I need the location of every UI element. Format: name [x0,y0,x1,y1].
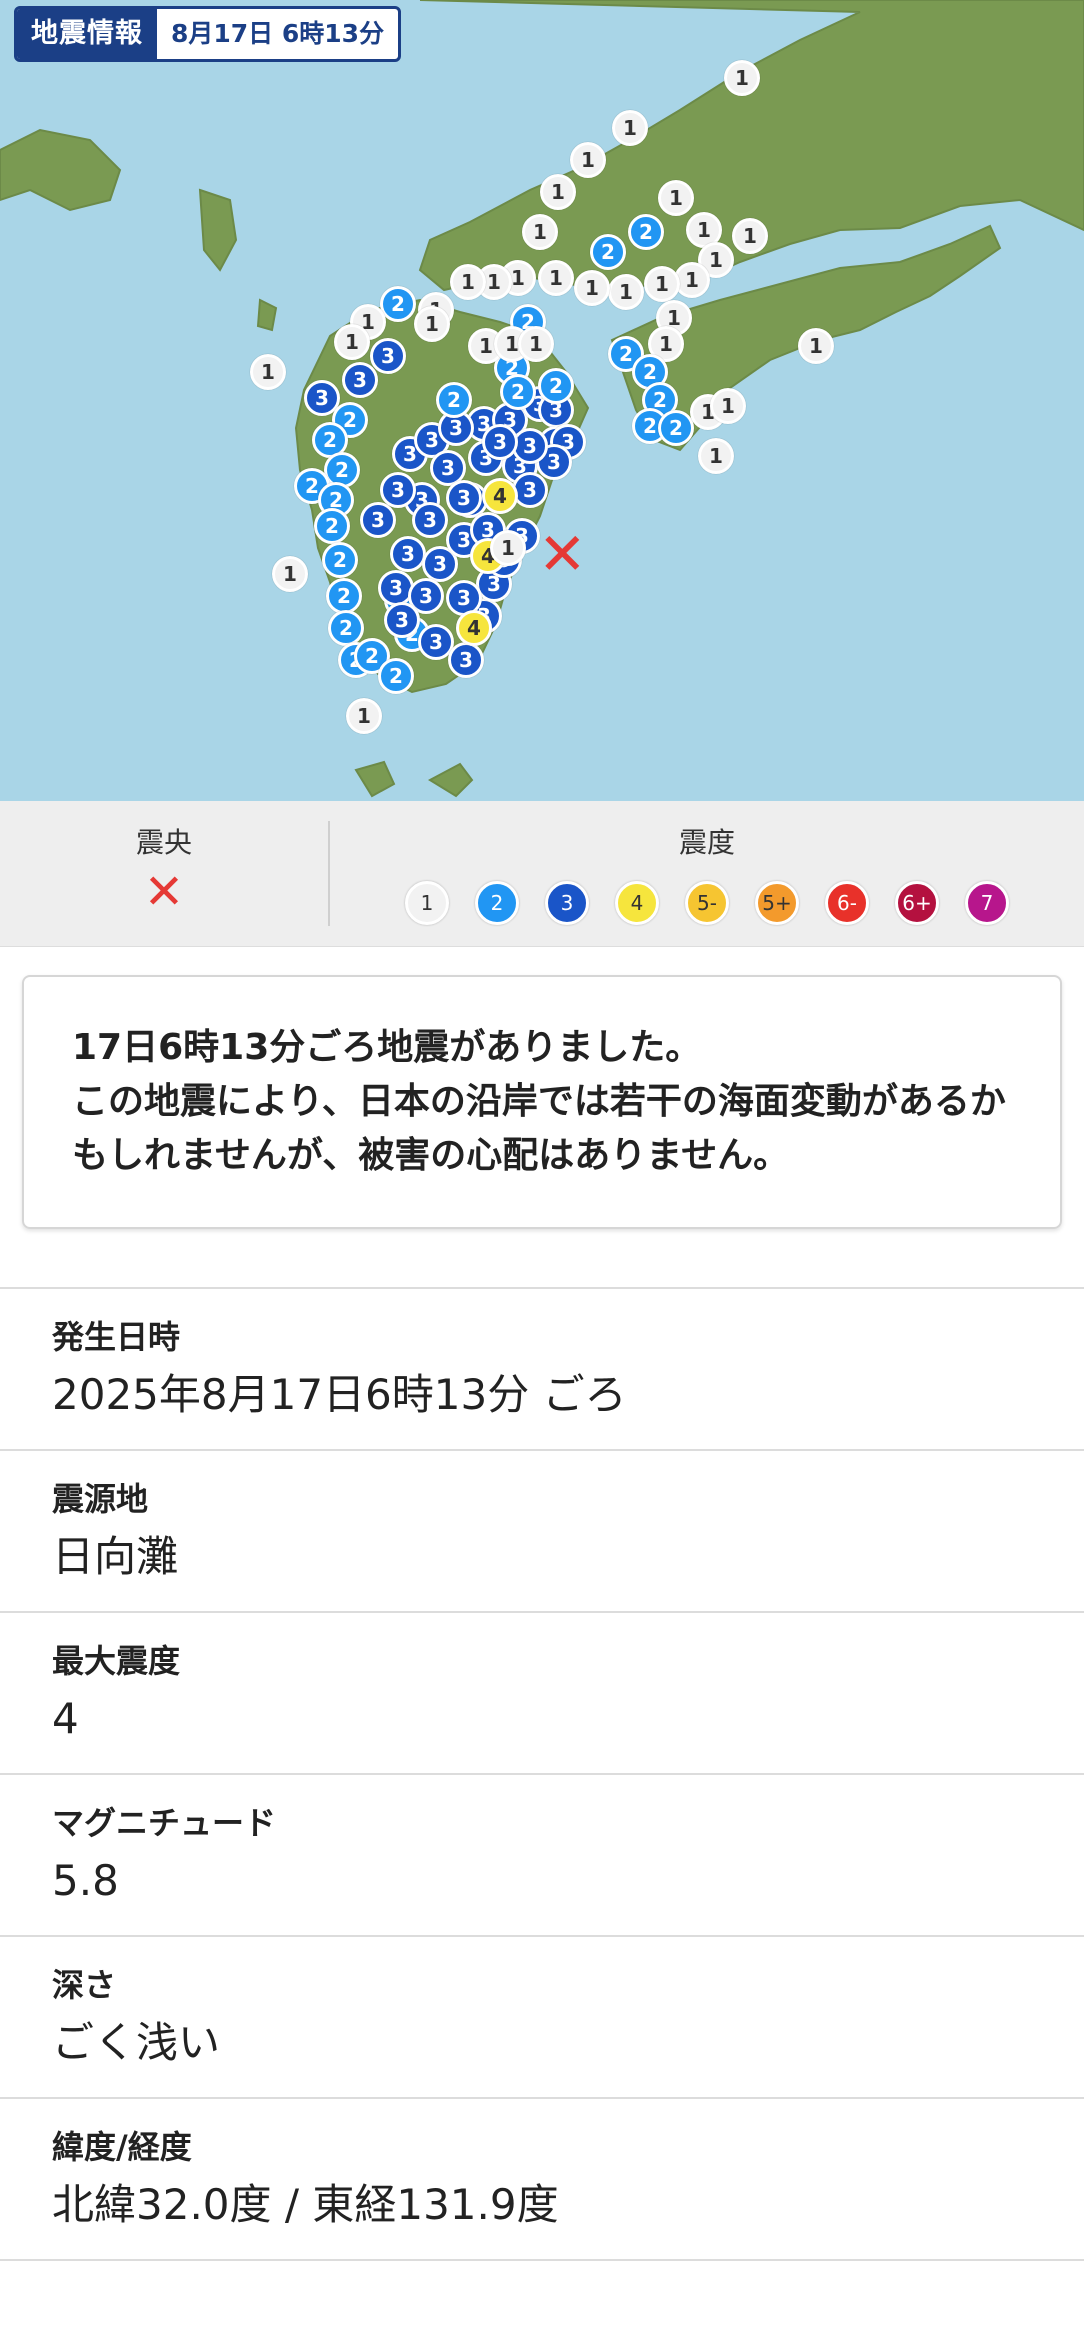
intensity-marker[interactable]: 1 [710,388,746,424]
detail-value: 5.8 [52,1856,119,1905]
intensity-marker[interactable]: 2 [326,578,362,614]
intensity-marker[interactable]: 3 [446,480,482,516]
intensity-marker[interactable]: 1 [612,110,648,146]
intensity-chip: 1 [405,881,449,925]
detail-value: 2025年8月17日6時13分 ごろ [52,1370,627,1419]
detail-label: 緯度/経度 [52,2128,192,2166]
detail-row: 深さ ごく浅い [0,1937,1084,2099]
detail-label: 最大震度 [52,1642,181,1680]
intensity-marker[interactable]: 1 [414,306,450,342]
intensity-marker[interactable]: 3 [412,502,448,538]
intensity-marker[interactable]: 2 [538,368,574,404]
intensity-marker[interactable]: 2 [436,382,472,418]
intensity-marker[interactable]: 3 [390,536,426,572]
intensity-marker[interactable]: 2 [628,214,664,250]
detail-row: 発生日時 2025年8月17日6時13分 ごろ [0,1289,1084,1451]
map-legend: 震央 ✕ 震度 1 2 3 4 5- 5+ 6- 6+ 7 [0,801,1084,947]
info-header-badge: 地震情報 8月17日 6時13分 [14,6,402,62]
intensity-chip: 2 [475,881,519,925]
intensity-marker[interactable]: 2 [328,610,364,646]
intensity-marker[interactable]: 2 [322,542,358,578]
detail-row: 最大震度 4 [0,1613,1084,1775]
intensity-marker[interactable]: 1 [250,354,286,390]
epicenter-legend-icon: ✕ [143,864,185,920]
intensity-marker[interactable]: 3 [370,338,406,374]
intensity-marker[interactable]: 2 [500,374,536,410]
intensity-marker[interactable]: 1 [798,328,834,364]
app-title: 地震情報 [17,9,157,59]
earthquake-map[interactable]: 地震情報 8月17日 6時13分 11111221111111111111221… [0,0,1084,801]
intensity-marker[interactable]: 4 [482,478,518,514]
intensity-chip: 7 [965,881,1009,925]
intensity-chip: 6+ [895,881,939,925]
intensity-marker[interactable]: 1 [698,438,734,474]
intensity-marker[interactable]: 1 [450,264,486,300]
intensity-chip: 4 [615,881,659,925]
detail-value: 日向灘 [52,1532,179,1581]
detail-row: マグニチュード 5.8 [0,1775,1084,1937]
report-datetime: 8月17日 6時13分 [171,19,385,48]
intensity-marker[interactable]: 2 [658,410,694,446]
epicenter-legend: 震央 ✕ [0,821,330,926]
intensity-marker[interactable]: 1 [538,260,574,296]
detail-value: 4 [52,1694,79,1743]
intensity-marker[interactable]: 1 [490,530,526,566]
intensity-marker[interactable]: 3 [380,472,416,508]
intensity-marker[interactable]: 1 [272,556,308,592]
notice-card: 17日6時13分ごろ地震がありました。 この地震により、日本の沿岸では若干の海面変… [22,975,1062,1229]
detail-row: 緯度/経度北緯32.0度 / 東経131.9度 [0,2099,1084,2261]
detail-value: 北緯32.0度 / 東経131.9度 [52,2180,559,2229]
intensity-marker[interactable]: 3 [360,502,396,538]
intensity-chip: 3 [545,881,589,925]
detail-value: ごく浅い [52,2018,221,2067]
intensity-marker[interactable]: 1 [518,326,554,362]
detail-label: マグニチュード [52,1804,277,1842]
notice-text: 17日6時13分ごろ地震がありました。 この地震により、日本の沿岸では若干の海面変… [72,1027,1006,1176]
intensity-marker[interactable]: 2 [314,508,350,544]
intensity-marker[interactable]: 1 [574,270,610,306]
intensity-marker[interactable]: 3 [482,424,518,460]
intensity-marker[interactable]: 1 [732,218,768,254]
detail-label: 震源地 [52,1480,149,1518]
intensity-marker[interactable]: 1 [346,698,382,734]
intensity-marker[interactable]: 2 [378,658,414,694]
intensity-scale: 1 2 3 4 5- 5+ 6- 6+ 7 [330,881,1084,925]
intensity-legend: 震度 1 2 3 4 5- 5+ 6- 6+ 7 [330,801,1084,946]
intensity-marker[interactable]: 1 [334,324,370,360]
detail-label: 発生日時 [52,1318,181,1356]
intensity-chip: 5+ [755,881,799,925]
intensity-marker[interactable]: 1 [522,214,558,250]
detail-label: 深さ [52,1966,117,2004]
intensity-chip: 6- [825,881,869,925]
intensity-marker[interactable]: 1 [608,274,644,310]
intensity-marker[interactable]: 2 [590,234,626,270]
intensity-legend-title: 震度 [678,826,735,859]
intensity-marker[interactable]: 1 [658,180,694,216]
intensity-marker[interactable]: 1 [724,60,760,96]
epicenter-icon: ✕ [538,520,587,588]
intensity-marker[interactable]: 3 [512,472,548,508]
detail-row: 震源地 日向灘 [0,1451,1084,1613]
detail-list: 発生日時 2025年8月17日6時13分 ごろ震源地日向灘最大震度 4 マグニチュード… [0,1287,1084,2261]
intensity-marker[interactable]: 1 [570,142,606,178]
intensity-chip: 5- [685,881,729,925]
intensity-marker[interactable]: 1 [644,266,680,302]
intensity-marker[interactable]: 1 [540,174,576,210]
intensity-marker[interactable]: 4 [456,610,492,646]
epicenter-legend-title: 震央 [135,826,192,859]
intensity-marker[interactable]: 3 [384,602,420,638]
intensity-marker[interactable]: 3 [448,642,484,678]
intensity-marker[interactable]: 3 [342,362,378,398]
